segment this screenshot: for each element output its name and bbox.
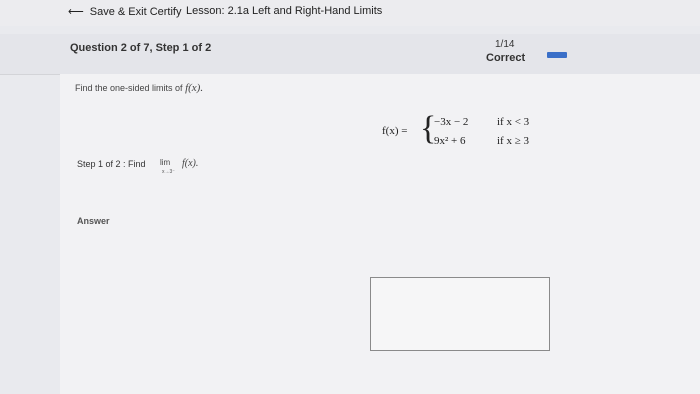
prompt-text: Find the one-sided limits of: [75, 83, 186, 93]
progress-bar: [547, 52, 567, 58]
limit-expression: lim x→3⁻ f(x).: [160, 158, 198, 175]
lim-subscript: x→3⁻: [162, 169, 175, 175]
save-exit-button[interactable]: ⟵ Save & Exit Certify: [68, 5, 182, 19]
case2-expression: 9x² + 6: [434, 135, 466, 147]
question-title: Question 2 of 7, Step 1 of 2: [70, 42, 212, 54]
question-header: Question 2 of 7, Step 1 of 2 1/14 Correc…: [0, 34, 700, 75]
prompt-math: f(x).: [185, 82, 204, 94]
progress-status: Correct: [486, 52, 526, 64]
step-instruction: Step 1 of 2 : Find: [77, 159, 146, 169]
case1-expression: −3x − 2: [434, 116, 469, 128]
case1-condition: if x < 3: [497, 116, 530, 128]
question-panel: Find the one-sided limits of f(x). f(x) …: [60, 74, 700, 394]
lesson-title: Lesson: 2.1a Left and Right-Hand Limits: [186, 5, 383, 17]
answer-input[interactable]: [370, 277, 550, 351]
lim-function: f(x).: [182, 158, 199, 169]
top-bar: ⟵ Save & Exit Certify Lesson: 2.1a Left …: [0, 0, 700, 26]
function-lhs: f(x) =: [382, 125, 408, 137]
back-arrow-icon: ⟵: [68, 6, 84, 18]
problem-prompt: Find the one-sided limits of f(x).: [75, 82, 203, 94]
answer-label: Answer: [77, 216, 110, 226]
save-exit-label: Save & Exit Certify: [89, 5, 182, 18]
progress-count: 1/14: [495, 39, 515, 50]
lim-word: lim: [160, 158, 171, 167]
case2-condition: if x ≥ 3: [497, 135, 530, 147]
